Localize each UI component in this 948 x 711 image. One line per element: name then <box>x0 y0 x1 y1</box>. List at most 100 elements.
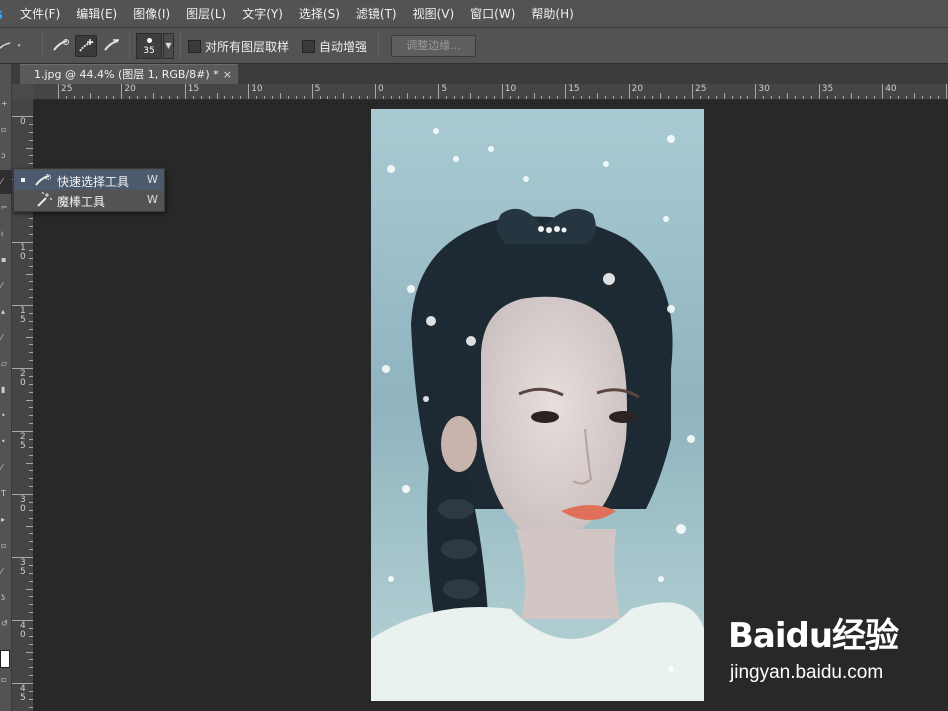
eyedropper-tool-icon[interactable]: ı <box>1 230 11 238</box>
brush-size-picker[interactable]: 35 <box>136 33 162 59</box>
brush-tool-icon[interactable]: ⁄ <box>1 282 11 290</box>
ruler-minor-tick <box>29 265 33 267</box>
tools-panel: + ▫ ɔ ⁄ ⌐ ı ▪ ⁄ ▴ ⁄ ▱ ▮ • • ⁄ T ▸ ▫ ⁄ ʖ … <box>0 64 12 711</box>
close-tab-icon[interactable]: × <box>223 65 232 84</box>
ruler-minor-tick <box>29 690 33 692</box>
ruler-minor-tick <box>29 131 33 133</box>
ruler-minor-tick <box>29 501 33 503</box>
menu-view[interactable]: 视图(V) <box>405 0 463 28</box>
menu-item-magic-wand-tool[interactable]: 魔棒工具 W <box>14 190 164 210</box>
ruler-minor-tick <box>295 96 297 99</box>
menu-file[interactable]: 文件(F) <box>12 0 68 28</box>
magic-wand-tool-label: 魔棒工具 <box>57 195 106 209</box>
ruler-minor-tick <box>26 462 33 464</box>
dodge-tool-icon[interactable]: • <box>1 438 11 446</box>
ruler-minor-tick <box>153 93 155 99</box>
ruler-minor-tick <box>29 541 33 543</box>
ruler-minor-tick <box>137 96 139 99</box>
gradient-tool-icon[interactable]: ▮ <box>1 386 11 394</box>
history-brush-tool-icon[interactable]: ⁄ <box>1 334 11 342</box>
ruler-minor-tick <box>29 470 33 472</box>
ruler-minor-tick <box>192 96 194 99</box>
ruler-minor-tick <box>858 96 860 99</box>
ruler-minor-tick <box>29 383 33 385</box>
menu-image[interactable]: 图像(I) <box>125 0 178 28</box>
ruler-minor-tick <box>240 96 242 99</box>
photoshop-logo[interactable]: s <box>0 5 12 23</box>
ruler-minor-tick <box>29 580 33 582</box>
ruler-minor-tick <box>850 93 852 99</box>
ruler-minor-tick <box>644 96 646 99</box>
menu-filter[interactable]: 滤镜(T) <box>348 0 405 28</box>
clone-stamp-tool-icon[interactable]: ▴ <box>1 308 11 316</box>
ruler-minor-tick <box>731 96 733 99</box>
menu-bar: s 文件(F) 编辑(E) 图像(I) 图层(L) 文字(Y) 选择(S) 滤镜… <box>0 0 948 28</box>
menu-window[interactable]: 窗口(W) <box>462 0 523 28</box>
ruler-minor-tick <box>937 96 939 99</box>
ruler-minor-tick <box>795 96 797 99</box>
ruler-minor-tick <box>699 96 701 99</box>
quick-selection-tool-icon[interactable]: ⁄ <box>1 178 11 186</box>
new-selection-button[interactable] <box>50 35 72 57</box>
ruler-label: 5 <box>314 84 321 94</box>
document-tab[interactable]: 1.jpg @ 44.4% (图层 1, RGB/8#) * × <box>20 64 238 84</box>
photo-image <box>371 109 704 701</box>
foreground-color-swatch[interactable] <box>0 650 10 668</box>
ruler-minor-tick <box>29 226 33 228</box>
auto-enhance-label: 自动增强 <box>319 40 368 54</box>
menu-layer[interactable]: 图层(L) <box>178 0 234 28</box>
pen-tool-icon[interactable]: ⁄ <box>1 464 11 472</box>
swap-colors-icon[interactable]: ↺ <box>1 620 11 628</box>
ruler-minor-tick <box>779 96 781 99</box>
ruler-minor-tick <box>541 96 543 99</box>
ruler-label: 4 5 <box>20 684 26 703</box>
ruler-minor-tick <box>29 478 33 480</box>
zoom-tool-icon[interactable]: ʖ <box>1 594 11 602</box>
ruler-minor-tick <box>208 96 210 99</box>
ruler-minor-tick <box>26 336 33 338</box>
ruler-minor-tick <box>29 375 33 377</box>
horizontal-ruler[interactable]: 252015105051015202530354045 <box>34 84 948 100</box>
ruler-minor-tick <box>176 96 178 99</box>
ruler-minor-tick <box>29 320 33 322</box>
hand-tool-icon[interactable]: ⁄ <box>1 568 11 576</box>
lasso-tool-icon[interactable]: ɔ <box>1 152 11 160</box>
ruler-label: 35 <box>821 84 834 94</box>
ruler-origin[interactable] <box>12 84 34 100</box>
eraser-tool-icon[interactable]: ▱ <box>1 360 11 368</box>
marquee-tool-icon[interactable]: ▫ <box>1 126 11 134</box>
shape-tool-icon[interactable]: ▫ <box>1 542 11 550</box>
ruler-major-tick <box>565 84 567 99</box>
ruler-minor-tick <box>747 96 749 99</box>
menu-help[interactable]: 帮助(H) <box>523 0 581 28</box>
menu-item-quick-selection-tool[interactable]: 快速选择工具 W <box>14 170 164 190</box>
ruler-minor-tick <box>26 651 33 653</box>
ruler-minor-tick <box>89 93 91 99</box>
path-selection-tool-icon[interactable]: ▸ <box>1 516 11 524</box>
healing-tool-icon[interactable]: ▪ <box>1 256 11 264</box>
move-tool-icon[interactable]: + <box>1 100 11 108</box>
ruler-label: 25 <box>695 84 707 94</box>
sample-all-layers-checkbox[interactable] <box>188 40 201 53</box>
subtract-from-selection-button[interactable] <box>101 35 123 57</box>
ruler-minor-tick <box>29 572 33 574</box>
auto-enhance-checkbox[interactable] <box>302 40 315 53</box>
blur-tool-icon[interactable]: • <box>1 412 11 420</box>
quick-mask-icon[interactable]: ▫ <box>1 676 11 684</box>
add-to-selection-button[interactable] <box>75 35 97 57</box>
menu-type[interactable]: 文字(Y) <box>234 0 291 28</box>
type-tool-icon[interactable]: T <box>1 490 11 498</box>
ruler-minor-tick <box>636 96 638 99</box>
ruler-major-tick <box>375 84 376 99</box>
menu-edit[interactable]: 编辑(E) <box>68 0 125 28</box>
ruler-label: 3 0 <box>20 495 26 514</box>
refine-edge-button[interactable]: 调整边缘... <box>391 35 476 57</box>
brush-dropdown-arrow[interactable]: ▼ <box>163 33 174 59</box>
tool-preset-picker[interactable] <box>0 35 22 57</box>
ruler-minor-tick <box>29 698 33 700</box>
crop-tool-icon[interactable]: ⌐ <box>1 204 11 212</box>
ruler-label: 0 <box>378 84 384 94</box>
ruler-major-tick <box>755 84 757 99</box>
menu-select[interactable]: 选择(S) <box>291 0 348 28</box>
ruler-minor-tick <box>382 96 384 99</box>
